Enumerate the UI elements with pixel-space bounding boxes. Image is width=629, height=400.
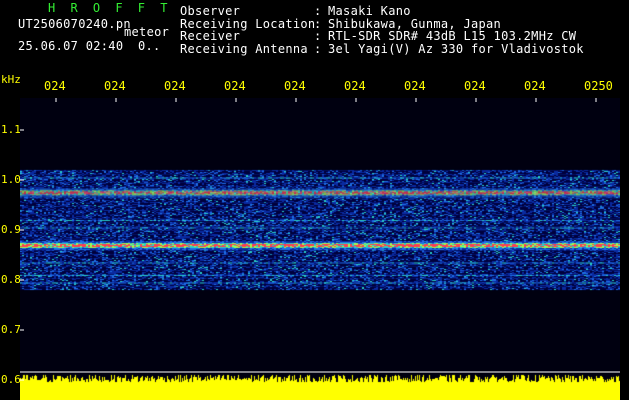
logo-text: H R O F F T (48, 1, 172, 15)
mode-label: meteor (124, 25, 170, 39)
spectrogram-overlay (20, 98, 620, 381)
y-tick-label: 0.7 (1, 323, 21, 336)
y-tick-label: 1.1 (1, 123, 21, 136)
x-tick-label: 024 (284, 79, 306, 93)
info-value: 3el Yagi(V) Az 330 for Vladivostok (328, 41, 584, 56)
datetime-label: 25.06.07 02:40 (18, 39, 124, 53)
x-tick-label: 024 (104, 79, 126, 93)
x-tick-label: 024 (44, 79, 66, 93)
x-tick-label: 024 (164, 79, 186, 93)
y-tick-label: 0.8 (1, 273, 21, 286)
info-key: Receiving Location (180, 16, 316, 31)
info-value: Shibukawa, Gunma, Japan (328, 16, 502, 31)
filename-label: UT2506070240.pn (18, 17, 131, 31)
spectrogram-plot (20, 98, 620, 400)
info-value: Masaki Kano (328, 4, 411, 18)
info-separator: : (314, 16, 322, 31)
hrofft-window: H R O F F T UT2506070240.pn meteor 25.06… (0, 0, 629, 400)
x-tick-label: 024 (464, 79, 486, 93)
info-separator: : (314, 29, 322, 43)
y-tick-label: 0.9 (1, 223, 21, 236)
info-separator: : (314, 4, 322, 18)
info-key: Receiving Antenna (180, 41, 308, 56)
info-key: Observer (180, 4, 241, 18)
x-tick-label: 024 (524, 79, 546, 93)
x-tick-label: 0250 (584, 79, 613, 93)
info-value: RTL-SDR SDR# 43dB L15 103.2MHz CW (328, 29, 577, 43)
x-tick-label: 024 (224, 79, 246, 93)
y-tick-label: 0.6 (1, 373, 21, 386)
y-axis-unit: kHz (1, 73, 21, 86)
x-tick-label: 024 (344, 79, 366, 93)
x-tick-label: 024 (404, 79, 426, 93)
info-separator: : (314, 41, 322, 56)
counter-label: 0.. (138, 39, 161, 53)
y-tick-label: 1.0 (1, 173, 21, 186)
info-key: Receiver (180, 29, 241, 43)
